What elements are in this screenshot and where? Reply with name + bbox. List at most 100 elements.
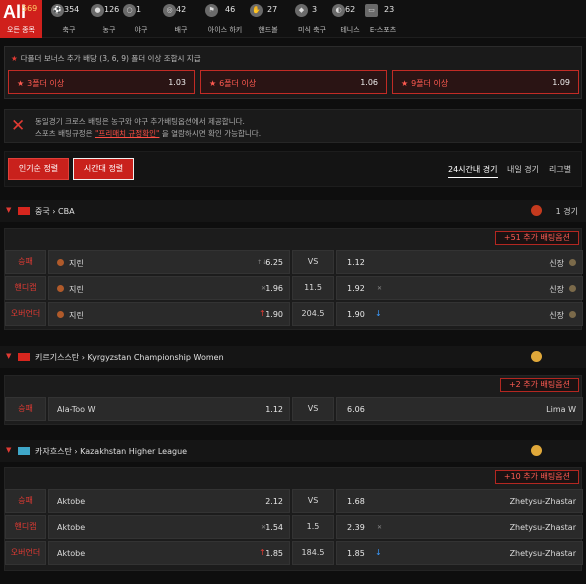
tab-by-league[interactable]: 리그별: [549, 164, 571, 175]
tab-label: 아이스 하키: [207, 26, 243, 34]
match-block-cba: +51 추가 배팅옵션 승패 지린 ↑↓ 6.25 VS 1.12 신장 핸디캡…: [4, 228, 583, 330]
tab-label: 오든 종목: [7, 26, 35, 34]
away-team: 신장: [549, 285, 564, 294]
away-odd-button[interactable]: 2.39 ✕ Zhetysu-Zhastar: [336, 515, 583, 539]
china-flag-icon: [18, 207, 30, 215]
bonus-heading-text: 다폴더 보너스 추가 배당 (3, 6, 9) 폴더 이상 조합시 지급: [20, 54, 201, 63]
prematch-rules-link[interactable]: "프리매치 규정확인": [95, 129, 159, 138]
sort-time-button[interactable]: 시간대 정렬: [73, 158, 134, 180]
market-row-overunder: 오버언더 Aktobe ↑ 1.85 184.5 1.85 ↓ Zhetysu-…: [5, 541, 583, 565]
game-count: 1 경기: [555, 207, 578, 216]
home-odd-button[interactable]: Ala-Too W 1.12: [48, 397, 290, 421]
tab-count: 27: [267, 5, 278, 14]
cross-icon: ✕: [11, 116, 26, 136]
notice-line-2: 스포츠 배팅규정은 "프리매치 규정확인" 을 열람하시면 확인 가능합니다.: [35, 128, 261, 139]
away-odd-button[interactable]: 1.92 ✕ 신장: [336, 276, 583, 300]
bonus-9-fold-button[interactable]: ★ 9폴더 이상 1.09: [392, 70, 579, 94]
away-odd-button[interactable]: 1.12 신장: [336, 250, 583, 274]
sort-popular-button[interactable]: 인기순 정렬: [8, 158, 69, 180]
market-row-winlose: 승패 지린 ↑↓ 6.25 VS 1.12 신장: [5, 250, 583, 274]
away-odd-button[interactable]: 1.90 ↓ 신장: [336, 302, 583, 326]
total-line: 204.5: [292, 302, 334, 326]
tab-count: 354: [64, 5, 80, 14]
tab-esports[interactable]: ▭ 23 E-스포츠: [360, 0, 406, 38]
home-odd-button[interactable]: Aktobe 2.12: [48, 489, 290, 513]
sort-bar: 인기순 정렬 시간대 정렬 24시간내 경기 내일 경기 리그별: [4, 151, 582, 187]
tennis-icon: ◐: [332, 4, 345, 17]
away-odd: 1.85: [347, 549, 365, 558]
home-odd: 1.85: [265, 549, 283, 558]
soccer-icon: ⚽: [51, 4, 64, 17]
star-icon: ★: [17, 79, 25, 88]
league-title: 중국 › CBA: [35, 207, 75, 216]
market-row-handicap: 핸디캡 Aktobe ✕ 1.54 1.5 2.39 ✕ Zhetysu-Zha…: [5, 515, 583, 539]
bonus-value: 1.03: [168, 78, 186, 87]
team-logo-icon: [569, 311, 576, 318]
more-options-button[interactable]: +2 추가 배팅옵션: [499, 378, 579, 392]
handicap-line: 1.5: [292, 515, 334, 539]
away-odd: 1.12: [347, 258, 365, 267]
notice-box: ✕ 동일경기 크로스 배팅은 농구와 야구 추가배팅옵션에서 제공합니다. 스포…: [4, 109, 582, 143]
away-odd: 1.68: [347, 497, 365, 506]
bonus-6-fold-button[interactable]: ★ 6폴더 이상 1.06: [200, 70, 387, 94]
away-odd-button[interactable]: 6.06 Lima W: [336, 397, 583, 421]
market-row-winlose: 승패 Ala-Too W 1.12 VS 6.06 Lima W: [5, 397, 583, 421]
tab-label: 배구: [174, 26, 188, 34]
football-icon: ◆: [295, 4, 308, 17]
league-header-kyrgyzstan[interactable]: ▼ 키르기스스탄 › Kyrgyzstan Championship Women: [0, 346, 586, 368]
market-label: 오버언더: [5, 302, 46, 326]
notice-text: 스포츠 배팅규정은: [35, 129, 95, 138]
market-row-overunder: 오버언더 지린 ↑ 1.90 204.5 1.90 ↓ 신장: [5, 302, 583, 326]
market-label: 핸디캡: [5, 515, 46, 539]
away-odd-button[interactable]: 1.85 ↓ Zhetysu-Zhastar: [336, 541, 583, 565]
away-team: Zhetysu-Zhastar: [509, 523, 576, 532]
volleyball-icon: [531, 351, 542, 362]
bonus-3-fold-button[interactable]: ★ 3폴더 이상 1.03: [8, 70, 195, 94]
notice-line-1: 동일경기 크로스 배팅은 농구와 야구 추가배팅옵션에서 제공합니다.: [35, 117, 245, 126]
market-row-handicap: 핸디캡 지린 ✕ 1.96 11.5 1.92 ✕ 신장: [5, 276, 583, 300]
hockey-icon: ⚑: [205, 4, 218, 17]
tab-all-sports[interactable]: All 569 오든 종목: [0, 0, 42, 38]
tab-volleyball[interactable]: ◎ 42 배구: [158, 0, 204, 38]
tab-label: E-스포츠: [369, 26, 397, 34]
tab-handball[interactable]: ✋ 27 핸드볼: [245, 0, 291, 38]
league-header-kazakhstan[interactable]: ▼ 카자흐스탄 › Kazakhstan Higher League: [0, 440, 586, 462]
market-label: 승패: [5, 397, 46, 421]
caret-icon: ▼: [6, 446, 12, 454]
home-odd: 2.12: [265, 497, 283, 506]
away-team: Zhetysu-Zhastar: [509, 497, 576, 506]
team-logo-icon: [569, 259, 576, 266]
away-odd-button[interactable]: 1.68 Zhetysu-Zhastar: [336, 489, 583, 513]
more-options-button[interactable]: +10 추가 배팅옵션: [494, 470, 579, 484]
multi-fold-bonus-panel: ★ 다폴더 보너스 추가 배당 (3, 6, 9) 폴더 이상 조합시 지급 ★ 3…: [4, 46, 582, 99]
tab-count: 42: [176, 5, 187, 14]
home-odd-button[interactable]: 지린 ↑ 1.90: [48, 302, 290, 326]
league-header-cba[interactable]: ▼ 중국 › CBA 1 경기: [0, 200, 586, 222]
caret-icon: ▼: [6, 352, 12, 360]
star-icon: ★: [401, 79, 409, 88]
home-odd-button[interactable]: 지린 ✕ 1.96: [48, 276, 290, 300]
away-odd: 2.39: [347, 523, 365, 532]
tab-count: 46: [225, 5, 236, 14]
home-odd-button[interactable]: 지린 ↑↓ 6.25: [48, 250, 290, 274]
league-title: 키르기스스탄 › Kyrgyzstan Championship Women: [35, 353, 224, 362]
tab-ice-hockey[interactable]: ⚑ 46 아이스 하키: [200, 0, 250, 38]
home-team: 지린: [69, 259, 84, 268]
tab-24h[interactable]: 24시간내 경기: [448, 164, 498, 178]
home-odd-button[interactable]: Aktobe ↑ 1.85: [48, 541, 290, 565]
home-odd-button[interactable]: Aktobe ✕ 1.54: [48, 515, 290, 539]
bonus-value: 1.09: [552, 78, 570, 87]
home-odd: 1.90: [265, 310, 283, 319]
sport-tab-bar: All 569 오든 종목 ⚽ 354 축구 ● 126 농구 ○ 1 야구 ◎…: [0, 0, 586, 38]
handicap-line: 11.5: [292, 276, 334, 300]
away-team: Zhetysu-Zhastar: [509, 549, 576, 558]
more-options-button[interactable]: +51 추가 배팅옵션: [494, 231, 579, 245]
away-team: Lima W: [546, 405, 576, 414]
team-logo-icon: [57, 285, 64, 292]
bonus-label: 9폴더 이상: [411, 79, 449, 88]
tab-tomorrow[interactable]: 내일 경기: [507, 164, 539, 175]
away-odd: 6.06: [347, 405, 365, 414]
market-label: 승패: [5, 489, 46, 513]
match-block-kazakhstan: +10 추가 배팅옵션 승패 Aktobe 2.12 VS 1.68 Zhety…: [4, 467, 583, 571]
arrow-down-icon: ↓: [375, 309, 382, 318]
